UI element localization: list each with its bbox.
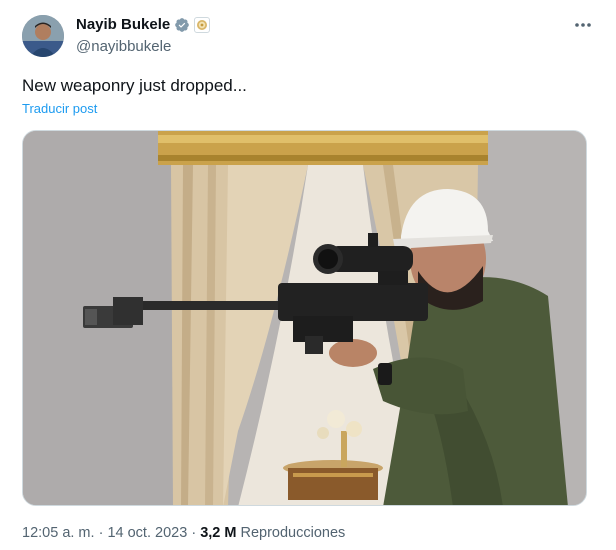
more-options-icon[interactable]	[572, 14, 594, 36]
government-affiliation-icon[interactable]	[194, 16, 211, 33]
meta-separator: ·	[191, 525, 197, 541]
meta-separator: ·	[98, 525, 104, 541]
avatar[interactable]	[22, 15, 64, 57]
avatar-image	[22, 15, 64, 57]
post-time[interactable]: 12:05 a. m.	[22, 525, 95, 541]
photo-media	[23, 131, 586, 505]
author-name[interactable]: Nayib Bukele	[76, 16, 170, 33]
author-handle[interactable]: @nayibbukele	[76, 38, 171, 55]
views-count: 3,2 M	[200, 525, 237, 541]
views-label: Reproducciones	[240, 525, 346, 541]
translate-link[interactable]: Traducir post	[22, 101, 97, 116]
author-row: Nayib Bukele	[76, 16, 211, 33]
verified-check-icon[interactable]	[174, 17, 190, 33]
post-meta: 12:05 a. m. · 14 oct. 2023 · 3,2 M Repro…	[22, 525, 345, 541]
post-text: New weaponry just dropped...	[22, 76, 247, 95]
post-photo[interactable]	[22, 130, 587, 506]
post-date[interactable]: 14 oct. 2023	[107, 525, 187, 541]
tweet-card: Nayib Bukele @nayibbukele New weaponry j…	[0, 0, 616, 550]
